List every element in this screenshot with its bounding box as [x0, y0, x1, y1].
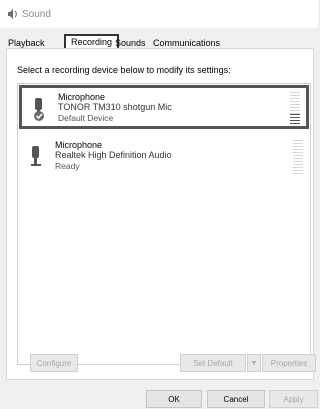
device-status: Ready [55, 161, 80, 171]
set-default-dropdown[interactable]: ▼ [247, 354, 261, 372]
tab-strip: Playback Recording Sounds Communications [0, 28, 318, 50]
device-status: Default Device [58, 113, 114, 123]
window-title: Sound [22, 9, 51, 20]
speaker-icon [8, 9, 17, 19]
device-list[interactable]: Microphone TONOR TM310 shotgun Mic Defau… [17, 83, 311, 365]
device-name: Microphone [55, 140, 103, 150]
microphone-icon [31, 146, 41, 166]
level-meter [290, 92, 300, 126]
device-item-realtek[interactable]: Microphone Realtek High Definition Audio… [19, 136, 309, 176]
tab-communications[interactable]: Communications [153, 38, 220, 48]
device-description: Realtek High Definition Audio [55, 150, 172, 160]
apply-button[interactable]: Apply [269, 390, 318, 408]
ok-button[interactable]: OK [146, 390, 202, 408]
device-name: Microphone [58, 92, 106, 102]
device-item-tonor[interactable]: Microphone TONOR TM310 shotgun Mic Defau… [19, 85, 309, 129]
tab-playback[interactable]: Playback [8, 38, 45, 48]
set-default-button[interactable]: Set Default [180, 354, 246, 372]
level-meter [293, 140, 303, 174]
cancel-button[interactable]: Cancel [207, 390, 265, 408]
title-bar: Sound [0, 0, 318, 28]
device-description: TONOR TM310 shotgun Mic [58, 102, 172, 112]
tab-sounds[interactable]: Sounds [115, 38, 146, 48]
microphone-icon [34, 98, 44, 121]
properties-button[interactable]: Properties [262, 354, 316, 372]
dialog-button-bar: OK Cancel Apply [0, 380, 318, 408]
recording-panel: Select a recording device below to modif… [6, 48, 314, 380]
instruction-text: Select a recording device below to modif… [17, 65, 231, 75]
configure-button[interactable]: Configure [30, 354, 78, 372]
level-meter-fill [290, 114, 300, 126]
